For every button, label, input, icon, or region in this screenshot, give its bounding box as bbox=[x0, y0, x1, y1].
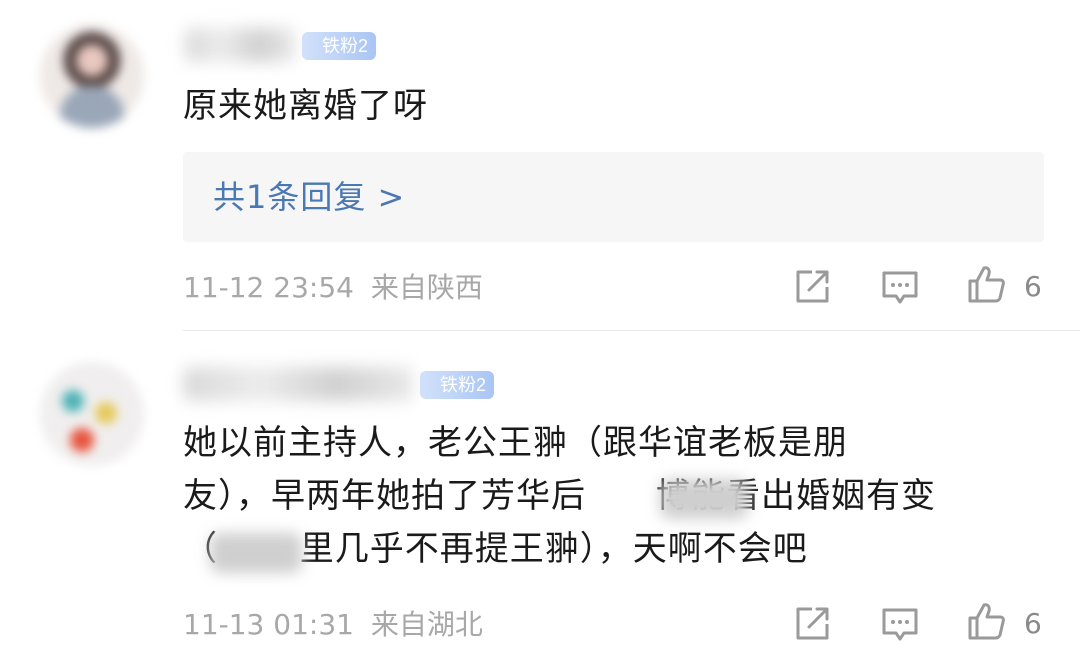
comment-line: 她以前主持人，老公王翀（跟华谊老板是朋 bbox=[183, 423, 848, 463]
blurred-text bbox=[660, 479, 748, 519]
username-blurred[interactable] bbox=[183, 367, 413, 401]
thumbs-up-icon[interactable] bbox=[966, 601, 1006, 641]
timestamp: 11-13 01:31 bbox=[183, 608, 354, 641]
comment-item: 铁粉2 原来她离婚了呀 共1条回复 > 11-12 23:54 来自陕西 6 bbox=[0, 0, 1080, 330]
fan-badge-label: 铁粉2 bbox=[440, 375, 487, 395]
comment-item: 铁粉2 她以前主持人，老公王翀（跟华谊老板是朋 友），早两年她拍了芳华后 博能看… bbox=[0, 331, 1080, 641]
avatar[interactable] bbox=[40, 24, 144, 128]
location: 来自陕西 bbox=[370, 271, 483, 304]
avatar[interactable] bbox=[40, 362, 144, 466]
comment-line: 原来她离婚了呀 bbox=[183, 86, 428, 126]
location: 来自湖北 bbox=[370, 608, 483, 641]
reply-box[interactable]: 共1条回复 > bbox=[183, 152, 1044, 242]
fan-badge[interactable]: 铁粉2 bbox=[420, 371, 495, 399]
view-replies-link[interactable]: 共1条回复 > bbox=[213, 173, 405, 221]
comment-meta: 11-12 23:54 来自陕西 bbox=[183, 268, 483, 308]
comment-text: 原来她离婚了呀 bbox=[183, 80, 428, 133]
like-count: 6 bbox=[1024, 270, 1042, 303]
comment-meta: 11-13 01:31 来自湖北 bbox=[183, 605, 483, 645]
fan-badge[interactable]: 铁粉2 bbox=[302, 32, 377, 60]
like-count: 6 bbox=[1024, 607, 1042, 640]
comment-bubble-icon[interactable] bbox=[880, 267, 920, 307]
fan-badge-label: 铁粉2 bbox=[322, 36, 369, 56]
comment-line: 友），早两年她拍了芳华后 博能看出婚姻有变 bbox=[183, 476, 936, 516]
blurred-text bbox=[210, 533, 302, 573]
share-square-icon[interactable] bbox=[792, 604, 832, 644]
username-blurred[interactable] bbox=[185, 28, 295, 62]
comment-bubble-icon[interactable] bbox=[880, 604, 920, 644]
timestamp: 11-12 23:54 bbox=[183, 271, 354, 304]
thumbs-up-icon[interactable] bbox=[966, 264, 1006, 304]
share-square-icon[interactable] bbox=[792, 267, 832, 307]
